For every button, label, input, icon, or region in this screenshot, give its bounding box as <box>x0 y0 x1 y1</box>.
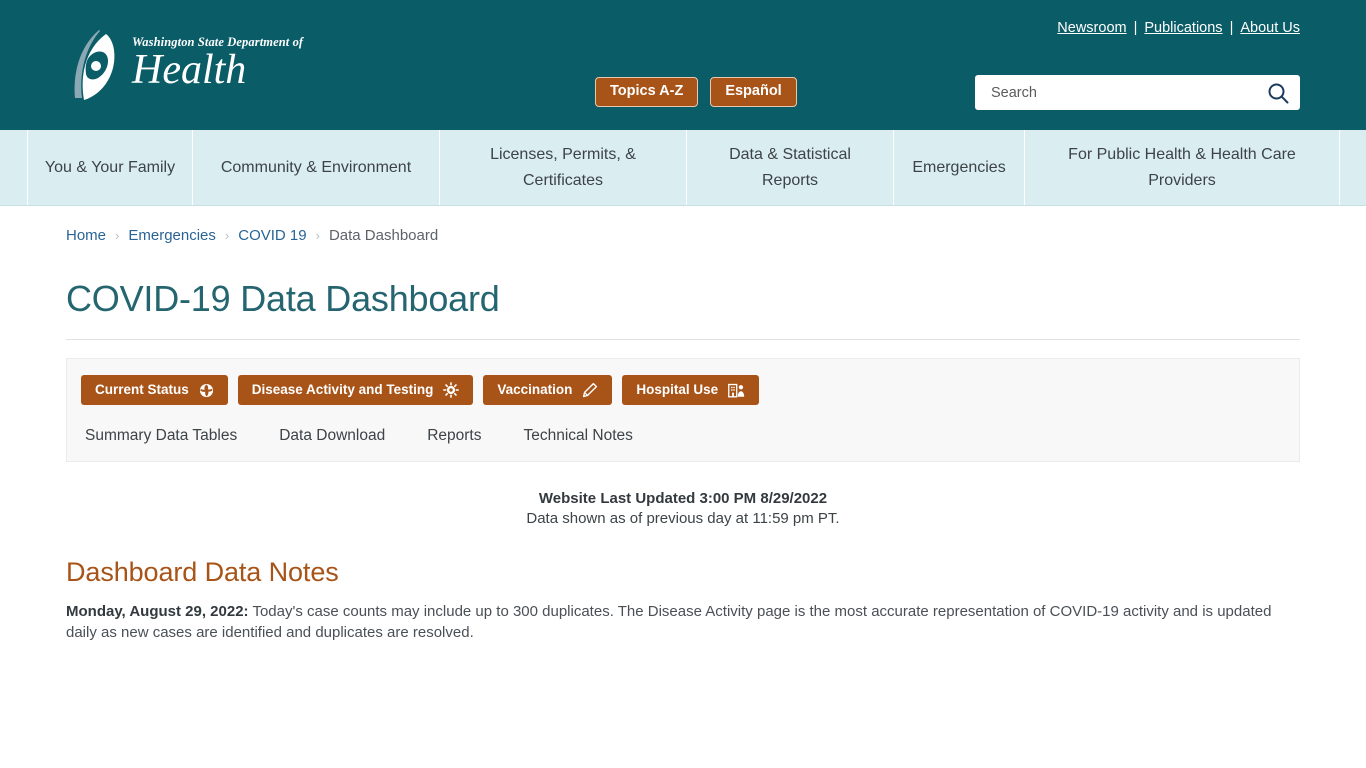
notes-heading: Dashboard Data Notes <box>66 557 339 587</box>
utility-links: Newsroom | Publications | About Us <box>1057 18 1300 39</box>
tab-hospital-use-label: Hospital Use <box>636 382 719 397</box>
sub-link-technical-notes[interactable]: Technical Notes <box>523 425 632 447</box>
nav-item-you-your-family[interactable]: You & Your Family <box>27 130 192 205</box>
title-divider <box>66 339 1300 340</box>
dashboard-sub-links: Summary Data Tables Data Download Report… <box>81 425 1285 447</box>
topics-a-z-button[interactable]: Topics A-Z <box>595 77 699 107</box>
logo-line2: Health <box>132 46 247 93</box>
espanol-button[interactable]: Español <box>710 77 797 107</box>
nav-item-community-environment[interactable]: Community & Environment <box>192 130 439 205</box>
logo-wordmark: Washington State Department of Health <box>132 36 303 92</box>
site-header: Washington State Department of Health Ne… <box>0 0 1366 130</box>
last-updated-primary: Website Last Updated 3:00 PM 8/29/2022 <box>538 490 828 507</box>
breadcrumb-item-covid-19[interactable]: COVID 19 <box>238 225 306 247</box>
globe-icon <box>199 383 213 397</box>
doh-leaf-logo-icon <box>74 30 115 100</box>
tab-current-status-label: Current Status <box>95 382 189 397</box>
nav-right-spacer <box>1339 130 1366 205</box>
site-search <box>975 75 1300 110</box>
tab-vaccination-label: Vaccination <box>497 382 573 397</box>
sub-link-data-download[interactable]: Data Download <box>279 425 385 447</box>
breadcrumb-item-data-dashboard: Data Dashboard <box>328 227 439 244</box>
utility-separator-1: | <box>1133 20 1138 36</box>
breadcrumb-item-home[interactable]: Home <box>66 225 106 247</box>
dashboard-tab-panel: Current Status Disease Activity and Test… <box>66 358 1300 462</box>
last-updated-secondary: Data shown as of previous day at 11:59 p… <box>526 510 840 527</box>
syringe-icon <box>583 382 598 398</box>
page-content: Home › Emergencies › COVID 19 › Data Das… <box>0 206 1366 643</box>
search-icon <box>1268 83 1289 103</box>
dashboard-tab-row: Current Status Disease Activity and Test… <box>81 375 1285 405</box>
site-logo[interactable]: Washington State Department of Health <box>66 20 303 108</box>
tab-disease-activity-and-testing[interactable]: Disease Activity and Testing <box>237 375 474 405</box>
nav-item-emergencies[interactable]: Emergencies <box>893 130 1024 205</box>
header-button-group: Topics A-Z Español <box>595 77 797 107</box>
breadcrumb-item-emergencies[interactable]: Emergencies <box>128 225 216 247</box>
tab-disease-activity-label: Disease Activity and Testing <box>251 382 434 397</box>
virus-icon <box>443 382 460 398</box>
main-navigation: You & Your Family Community & Environmen… <box>0 130 1366 206</box>
utility-link-newsroom[interactable]: Newsroom <box>1057 20 1126 36</box>
breadcrumb-chevron-right-icon-1: › <box>115 228 120 243</box>
breadcrumb: Home › Emergencies › COVID 19 › Data Das… <box>66 206 1300 247</box>
breadcrumb-chevron-right-icon-2: › <box>224 228 230 243</box>
tab-current-status[interactable]: Current Status <box>81 375 228 405</box>
search-submit-button[interactable] <box>1256 76 1300 109</box>
sub-link-summary-data-tables[interactable]: Summary Data Tables <box>85 425 237 447</box>
utility-link-about-us[interactable]: About Us <box>1240 20 1300 36</box>
nav-left-spacer <box>0 130 27 205</box>
page-title: COVID-19 Data Dashboard <box>66 278 500 319</box>
notes-date-label: Monday, August 29, 2022: <box>66 603 249 620</box>
notes-paragraph: Monday, August 29, 2022: Today's case co… <box>66 601 1282 643</box>
nav-item-licenses-permits-certificates[interactable]: Licenses, Permits, & Certificates <box>439 130 686 205</box>
nav-item-public-health-providers[interactable]: For Public Health & Health Care Provider… <box>1024 130 1339 205</box>
utility-link-publications[interactable]: Publications <box>1144 20 1222 36</box>
breadcrumb-chevron-right-icon-3: › <box>315 228 320 243</box>
utility-separator-2: | <box>1229 20 1234 36</box>
tab-vaccination[interactable]: Vaccination <box>483 375 613 405</box>
search-input[interactable] <box>989 76 1256 109</box>
tab-hospital-use[interactable]: Hospital Use <box>622 375 760 405</box>
nav-item-data-statistical-reports[interactable]: Data & Statistical Reports <box>686 130 893 205</box>
last-updated-block: Website Last Updated 3:00 PM 8/29/2022 D… <box>66 489 1300 529</box>
sub-link-reports[interactable]: Reports <box>427 425 481 447</box>
hospital-icon <box>728 383 745 398</box>
